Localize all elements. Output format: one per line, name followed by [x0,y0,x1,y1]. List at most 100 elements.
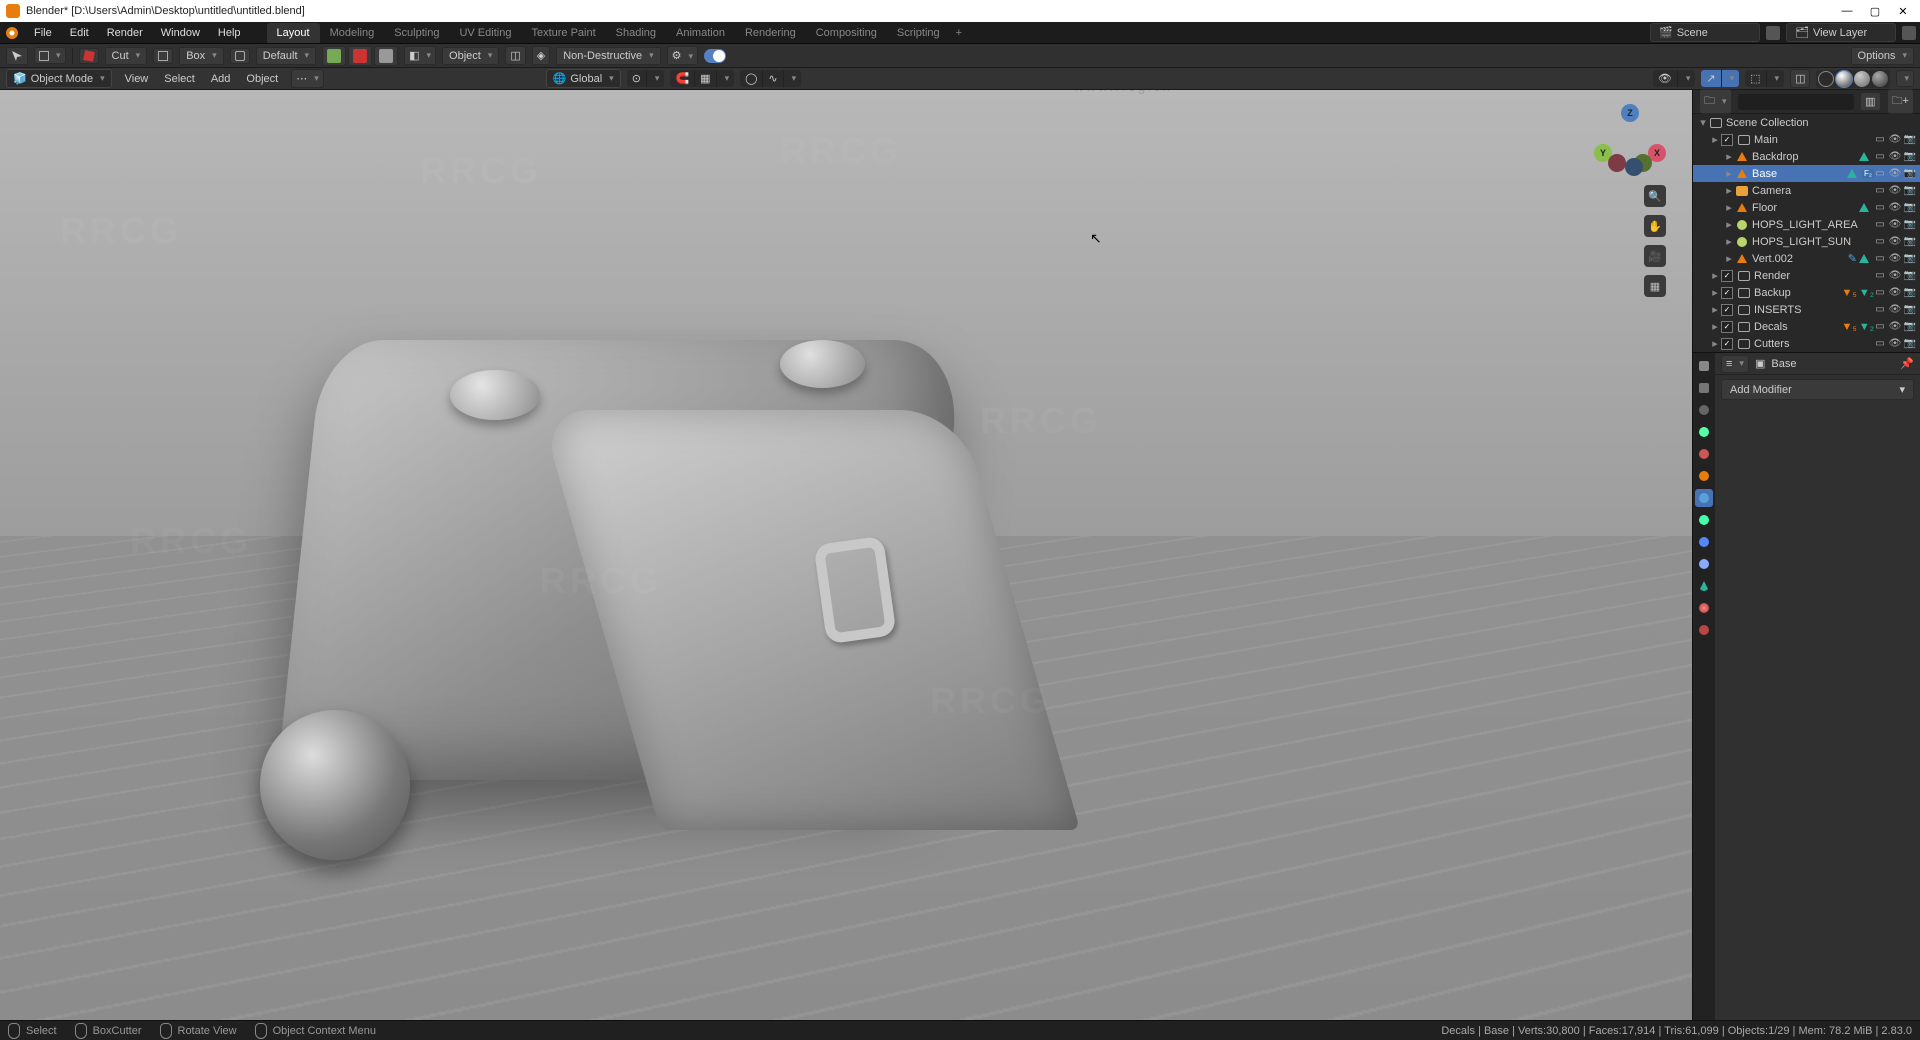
menu-render[interactable]: Render [99,25,151,41]
tree-row-base[interactable]: ▸BaseF₂▭👁📷 [1693,165,1920,182]
outliner-display-mode[interactable]: 🗀 [1699,89,1732,114]
restrict-render-icon[interactable]: 📷 [1904,151,1916,163]
tool-fallback-dropdown[interactable] [34,47,66,64]
tab-uv-editing[interactable]: UV Editing [449,23,521,43]
restrict-render-icon[interactable]: 📷 [1904,304,1916,316]
tab-object[interactable] [1695,467,1713,485]
restrict-visible-icon[interactable]: 👁 [1889,270,1901,282]
gizmo-toggle[interactable]: ↗ [1701,70,1739,87]
3d-viewport[interactable]: www.rrcg.cn ↖ Z Y X 🔍 ✋ 🎥 ▦ RRCG RRCG [0,90,1692,1020]
scene-selector[interactable]: 🎬 Scene [1650,23,1760,42]
boxcutter-start-dropdown[interactable]: Default [256,47,316,65]
tab-world[interactable] [1695,445,1713,463]
axis-z-icon[interactable]: Z [1621,104,1639,122]
scene-new-button[interactable] [1766,26,1780,40]
restrict-visible-icon[interactable]: 👁 [1889,219,1901,231]
swatch-2[interactable] [348,46,372,66]
swatch-3[interactable] [374,46,398,66]
window-maximize-button[interactable]: ▢ [1868,5,1882,18]
restrict-visible-icon[interactable]: 👁 [1889,151,1901,163]
tree-row-main[interactable]: ▸✓Main▭👁📷 [1693,131,1920,148]
outliner-new-collection-icon[interactable]: 🗀+ [1887,89,1914,114]
viewport-persp-icon[interactable]: ▦ [1644,275,1666,297]
tree-row-hops-light-sun[interactable]: ▸HOPS_LIGHT_SUN▭👁📷 [1693,233,1920,250]
menu-help[interactable]: Help [210,25,249,41]
viewport-pan-icon[interactable]: ✋ [1644,215,1666,237]
restrict-select-icon[interactable]: ▭ [1874,338,1886,350]
axis-neg-z-icon[interactable] [1625,158,1643,176]
restrict-render-icon[interactable]: 📷 [1904,134,1916,146]
tab-scripting[interactable]: Scripting [887,23,950,43]
view-menu[interactable]: View [118,71,156,87]
restrict-render-icon[interactable]: 📷 [1904,287,1916,299]
tab-animation[interactable]: Animation [666,23,735,43]
mode-selector[interactable]: 🧊 Object Mode [6,69,112,88]
restrict-render-icon[interactable]: 📷 [1904,338,1916,350]
boxcutter-opt-icon-2[interactable]: ◈ [532,46,550,65]
transform-orientation[interactable]: 🌐 Global [546,69,621,88]
shading-rendered[interactable] [1872,71,1888,87]
restrict-render-icon[interactable]: 📷 [1904,168,1916,180]
proportional-edit[interactable]: ◯∿ [740,70,801,87]
restrict-select-icon[interactable]: ▭ [1874,219,1886,231]
restrict-select-icon[interactable]: ▭ [1874,236,1886,248]
tree-row-root[interactable]: ▾Scene Collection [1693,114,1920,131]
tree-row-camera[interactable]: ▸Camera▭👁📷 [1693,182,1920,199]
boxcutter-start-icon[interactable] [230,48,250,64]
tab-shading[interactable]: Shading [606,23,666,43]
shading-solid[interactable] [1836,71,1852,87]
restrict-select-icon[interactable]: ▭ [1874,321,1886,333]
restrict-select-icon[interactable]: ▭ [1874,168,1886,180]
tab-physics[interactable] [1695,533,1713,551]
restrict-render-icon[interactable]: 📷 [1904,253,1916,265]
tab-texture[interactable] [1695,621,1713,639]
restrict-visible-icon[interactable]: 👁 [1889,253,1901,265]
restrict-visible-icon[interactable]: 👁 [1889,338,1901,350]
cursor-tool-icon[interactable] [6,47,28,65]
outliner[interactable]: ▾Scene Collection▸✓Main▭👁📷▸Backdrop▭👁📷▸B… [1693,114,1920,352]
boxcutter-pause-toggle[interactable] [704,49,726,63]
add-menu[interactable]: Add [204,71,238,87]
tab-viewlayer[interactable] [1695,401,1713,419]
object-menu[interactable]: Object [239,71,285,87]
restrict-visible-icon[interactable]: 👁 [1889,168,1901,180]
viewport-camera-icon[interactable]: 🎥 [1644,245,1666,267]
restrict-select-icon[interactable]: ▭ [1874,287,1886,299]
tree-row-render[interactable]: ▸✓Render▭👁📷 [1693,267,1920,284]
restrict-select-icon[interactable]: ▭ [1874,270,1886,282]
restrict-render-icon[interactable]: 📷 [1904,236,1916,248]
restrict-visible-icon[interactable]: 👁 [1889,287,1901,299]
tab-layout[interactable]: Layout [267,23,320,43]
tab-constraints[interactable] [1695,555,1713,573]
menu-edit[interactable]: Edit [62,25,97,41]
boxcutter-settings-icon[interactable]: ⚙ [667,46,698,65]
header-extra-dropdown[interactable]: ⋯ [291,69,324,88]
snap-group[interactable]: 🧲▦ [670,70,734,87]
restrict-select-icon[interactable]: ▭ [1874,151,1886,163]
tab-texture-paint[interactable]: Texture Paint [521,23,605,43]
viewport-zoom-icon[interactable]: 🔍 [1644,185,1666,207]
workspace-add-button[interactable]: + [950,25,968,41]
restrict-visible-icon[interactable]: 👁 [1889,236,1901,248]
restrict-render-icon[interactable]: 📷 [1904,202,1916,214]
restrict-select-icon[interactable]: ▭ [1874,202,1886,214]
restrict-select-icon[interactable]: ▭ [1874,304,1886,316]
restrict-visible-icon[interactable]: 👁 [1889,321,1901,333]
properties-context-icon[interactable]: ≡ [1721,355,1749,373]
boxcutter-mode-dropdown[interactable]: Cut [105,47,148,65]
window-close-button[interactable]: ✕ [1896,5,1910,18]
restrict-visible-icon[interactable]: 👁 [1889,304,1901,316]
restrict-render-icon[interactable]: 📷 [1904,185,1916,197]
swatch-1[interactable] [322,46,346,66]
tree-row-decals[interactable]: ▸✓Decals▼₅▼₂▭👁📷 [1693,318,1920,335]
tab-material[interactable] [1695,599,1713,617]
tab-modifiers[interactable] [1695,489,1713,507]
restrict-render-icon[interactable]: 📷 [1904,219,1916,231]
boxcutter-behavior-dropdown[interactable]: Non-Destructive [556,47,660,65]
tab-mesh[interactable] [1695,577,1713,595]
options-dropdown[interactable]: Options [1851,47,1914,65]
boxcutter-shape-icon[interactable] [153,48,173,64]
add-modifier-dropdown[interactable]: Add Modifier ▾ [1721,379,1914,400]
axis-neg-x-icon[interactable] [1608,154,1626,172]
restrict-render-icon[interactable]: 📷 [1904,270,1916,282]
